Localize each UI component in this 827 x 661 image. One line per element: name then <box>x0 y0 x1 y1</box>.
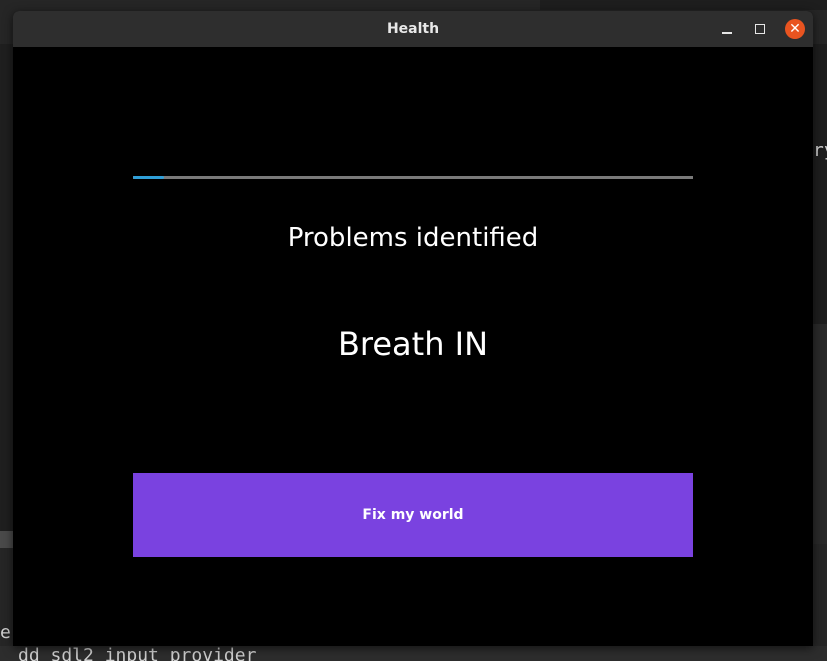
app-content: Problems identified Breath IN Fix my wor… <box>13 47 813 646</box>
health-window: Health ✕ Problems identified Breath IN F… <box>13 11 813 646</box>
maximize-button[interactable] <box>750 19 770 39</box>
progress-bar <box>133 176 693 179</box>
background-panel <box>540 0 827 10</box>
background-editor-right <box>813 44 827 324</box>
window-titlebar[interactable]: Health ✕ <box>13 11 813 48</box>
background-editor-right-lower <box>813 324 827 544</box>
page-title: Problems identified <box>287 223 539 253</box>
maximize-icon <box>755 24 765 34</box>
background-code-text: e <box>0 622 11 643</box>
background-code-text: ry <box>813 140 827 161</box>
background-editor-left <box>0 44 13 531</box>
breathing-instruction: Breath IN <box>337 325 489 363</box>
window-title: Health <box>386 21 440 37</box>
fix-my-world-button[interactable]: Fix my world <box>133 473 693 557</box>
close-button[interactable]: ✕ <box>785 19 805 39</box>
progress-bar-fill <box>133 176 164 179</box>
minimize-icon <box>722 24 732 34</box>
background-code-text: dd sdl2 input provider <box>18 645 257 661</box>
close-icon: ✕ <box>789 21 801 37</box>
background-scrollbar <box>0 531 13 548</box>
minimize-button[interactable] <box>717 19 737 39</box>
